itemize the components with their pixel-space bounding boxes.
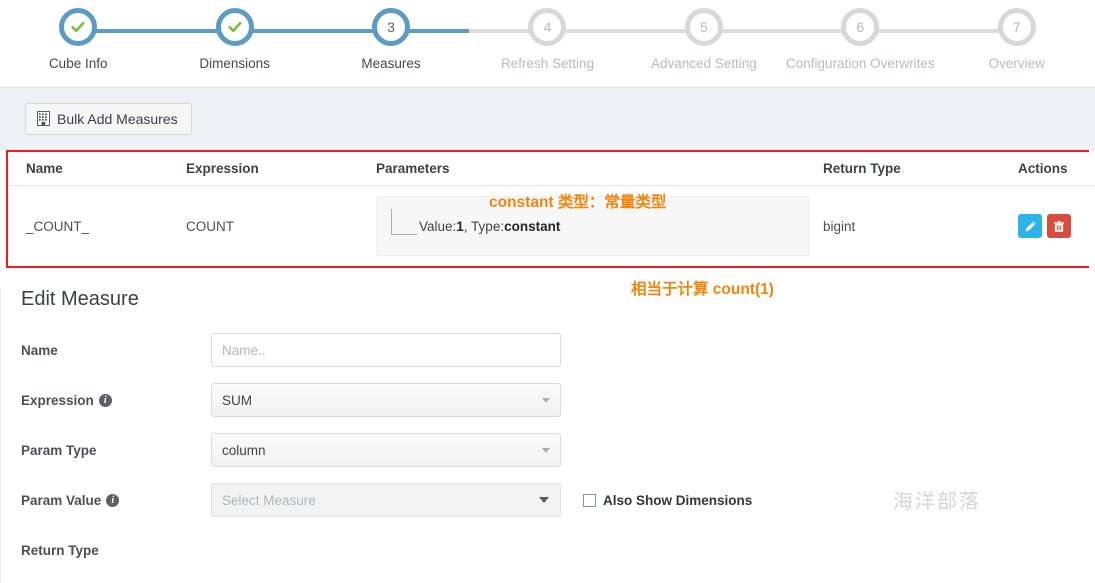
table-header-row: Name Expression Parameters Return Type A… bbox=[8, 152, 1095, 186]
form-row-expression: Expression i SUM bbox=[21, 383, 1095, 417]
form-row-param-type: Param Type column bbox=[21, 433, 1095, 467]
stepper-step-configuration-overwrites[interactable]: 6 Configuration Overwrites bbox=[782, 0, 939, 88]
name-input[interactable]: Name.. bbox=[211, 333, 561, 367]
param-value-select[interactable]: Select Measure bbox=[211, 483, 561, 517]
bulk-add-measures-button[interactable]: Bulk Add Measures bbox=[25, 102, 192, 135]
chevron-down-icon bbox=[539, 497, 549, 503]
step-circle-6[interactable]: 6 bbox=[841, 8, 880, 46]
annotation-constant-type: constant 类型：常量类型 bbox=[489, 194, 667, 211]
cell-actions bbox=[1018, 185, 1095, 266]
step-label-1: Cube Info bbox=[48, 56, 108, 71]
column-header-parameters: Parameters bbox=[376, 152, 823, 186]
check-icon bbox=[71, 21, 85, 33]
step-circle-4[interactable]: 4 bbox=[528, 8, 567, 46]
column-header-actions: Actions bbox=[1018, 152, 1095, 186]
checkbox-box[interactable] bbox=[583, 493, 596, 507]
label-param-type-text: Param Type bbox=[21, 442, 97, 458]
stepper-step-measures[interactable]: 3 Measures bbox=[312, 0, 470, 88]
step-circle-5[interactable]: 5 bbox=[684, 8, 723, 46]
edit-measure-panel: Edit Measure Name Name.. Expression i SU… bbox=[0, 288, 1095, 583]
also-show-dimensions-checkbox[interactable]: Also Show Dimensions bbox=[583, 493, 752, 508]
annotation-count-equivalent: 相当于计算 count(1) bbox=[631, 281, 774, 298]
row-action-buttons bbox=[1018, 214, 1095, 238]
pencil-icon bbox=[1025, 220, 1036, 231]
stepper-step-dimensions[interactable]: Dimensions bbox=[156, 0, 313, 88]
wizard-stepper: Cube Info Dimensions 3 Measures 4 Refres… bbox=[0, 0, 1095, 88]
delete-measure-button[interactable] bbox=[1047, 214, 1071, 238]
label-name: Name bbox=[21, 343, 211, 358]
label-param-value: Param Value i bbox=[21, 493, 211, 508]
step-label-2: Dimensions bbox=[199, 56, 270, 71]
measures-table-head: Name Expression Parameters Return Type A… bbox=[8, 152, 1095, 186]
cell-measure-name: _COUNT_ bbox=[8, 185, 186, 266]
bulk-add-measures-label: Bulk Add Measures bbox=[57, 110, 178, 127]
param-value-placeholder: Select Measure bbox=[222, 492, 316, 508]
label-expression: Expression i bbox=[21, 393, 211, 408]
stepper-step-overview[interactable]: 7 Overview bbox=[938, 0, 1095, 88]
cell-measure-expression: COUNT bbox=[186, 185, 376, 266]
tree-branch-icon bbox=[391, 209, 417, 235]
label-param-value-text: Param Value bbox=[21, 492, 102, 508]
param-value: 1 bbox=[456, 218, 464, 234]
label-param-type: Param Type bbox=[21, 443, 211, 458]
step-label-3: Measures bbox=[361, 56, 421, 71]
info-icon[interactable]: i bbox=[106, 493, 120, 507]
stepper-step-advanced-setting[interactable]: 5 Advanced Setting bbox=[625, 0, 783, 88]
column-header-expression: Expression bbox=[186, 152, 376, 186]
column-header-name: Name bbox=[8, 152, 186, 186]
measures-toolbar: Bulk Add Measures bbox=[0, 88, 1095, 150]
expression-select[interactable]: SUM bbox=[211, 383, 561, 417]
also-show-dimensions-label: Also Show Dimensions bbox=[603, 492, 753, 508]
cell-return-type: bigint bbox=[823, 185, 1018, 266]
trash-icon bbox=[1054, 220, 1064, 232]
stepper-list: Cube Info Dimensions 3 Measures 4 Refres… bbox=[0, 0, 1095, 88]
chevron-down-icon bbox=[542, 398, 550, 403]
param-value-label: Value: bbox=[419, 218, 457, 234]
parameter-text: Value:1, Type:constant bbox=[419, 219, 560, 234]
step-circle-2[interactable] bbox=[215, 8, 254, 46]
step-label-5: Advanced Setting bbox=[650, 56, 757, 71]
label-return-type-text: Return Type bbox=[21, 542, 99, 558]
form-row-name: Name Name.. bbox=[21, 333, 1095, 367]
watermark: 海洋部落 bbox=[893, 489, 981, 513]
expression-select-value: SUM bbox=[222, 392, 252, 408]
edit-measure-button[interactable] bbox=[1018, 214, 1042, 238]
form-row-return-type: Return Type bbox=[21, 533, 1095, 567]
stepper-step-cube-info[interactable]: Cube Info bbox=[0, 0, 157, 88]
chevron-down-icon bbox=[542, 448, 550, 453]
step-label-6: Configuration Overwrites bbox=[786, 56, 935, 71]
step-label-4: Refresh Setting bbox=[500, 56, 594, 71]
step-label-7: Overview bbox=[988, 56, 1045, 71]
column-header-return-type: Return Type bbox=[823, 152, 1018, 186]
param-type-label: , Type: bbox=[463, 218, 505, 234]
check-icon bbox=[228, 21, 242, 33]
step-circle-3[interactable]: 3 bbox=[372, 8, 411, 46]
label-return-type: Return Type bbox=[21, 543, 211, 558]
edit-measure-title: Edit Measure bbox=[21, 288, 139, 310]
label-name-text: Name bbox=[21, 342, 58, 358]
stepper-step-refresh-setting[interactable]: 4 Refresh Setting bbox=[469, 0, 626, 88]
name-input-placeholder: Name.. bbox=[222, 342, 266, 358]
step-circle-1[interactable] bbox=[59, 8, 98, 46]
grid-table-icon bbox=[37, 111, 50, 126]
param-type-select[interactable]: column bbox=[211, 433, 561, 467]
step-circle-7[interactable]: 7 bbox=[997, 8, 1036, 46]
param-type: constant bbox=[504, 218, 561, 234]
label-expression-text: Expression bbox=[21, 392, 94, 408]
info-icon[interactable]: i bbox=[98, 393, 112, 407]
param-type-select-value: column bbox=[222, 442, 266, 458]
